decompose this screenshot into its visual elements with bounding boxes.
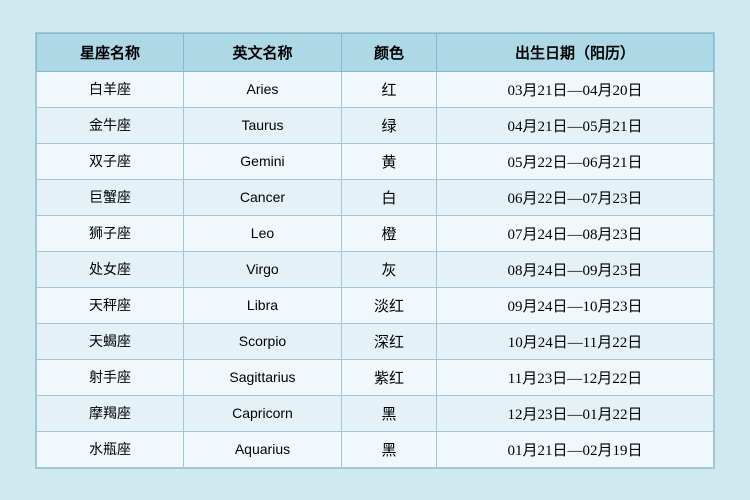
table-row: 白羊座Aries红03月21日—04月20日 — [37, 71, 714, 107]
table-row: 天秤座Libra淡红09月24日—10月23日 — [37, 287, 714, 323]
zodiac-table-container: 星座名称 英文名称 颜色 出生日期（阳历） 白羊座Aries红03月21日—04… — [35, 32, 715, 469]
cell-english-name: Capricorn — [184, 395, 342, 431]
header-dates: 出生日期（阳历） — [437, 33, 714, 71]
cell-dates: 12月23日—01月22日 — [437, 395, 714, 431]
cell-color: 黑 — [341, 431, 436, 467]
cell-dates: 11月23日—12月22日 — [437, 359, 714, 395]
cell-dates: 07月24日—08月23日 — [437, 215, 714, 251]
cell-chinese-name: 摩羯座 — [37, 395, 184, 431]
cell-color: 黑 — [341, 395, 436, 431]
cell-english-name: Scorpio — [184, 323, 342, 359]
table-row: 巨蟹座Cancer白06月22日—07月23日 — [37, 179, 714, 215]
cell-color: 深红 — [341, 323, 436, 359]
table-row: 天蝎座Scorpio深红10月24日—11月22日 — [37, 323, 714, 359]
cell-english-name: Libra — [184, 287, 342, 323]
cell-english-name: Gemini — [184, 143, 342, 179]
table-row: 双子座Gemini黄05月22日—06月21日 — [37, 143, 714, 179]
table-row: 狮子座Leo橙07月24日—08月23日 — [37, 215, 714, 251]
table-row: 金牛座Taurus绿04月21日—05月21日 — [37, 107, 714, 143]
cell-chinese-name: 狮子座 — [37, 215, 184, 251]
cell-english-name: Taurus — [184, 107, 342, 143]
cell-english-name: Virgo — [184, 251, 342, 287]
cell-english-name: Aquarius — [184, 431, 342, 467]
cell-chinese-name: 双子座 — [37, 143, 184, 179]
cell-english-name: Aries — [184, 71, 342, 107]
cell-dates: 09月24日—10月23日 — [437, 287, 714, 323]
cell-english-name: Sagittarius — [184, 359, 342, 395]
cell-dates: 03月21日—04月20日 — [437, 71, 714, 107]
cell-color: 橙 — [341, 215, 436, 251]
cell-chinese-name: 天蝎座 — [37, 323, 184, 359]
cell-color: 绿 — [341, 107, 436, 143]
cell-chinese-name: 金牛座 — [37, 107, 184, 143]
cell-chinese-name: 天秤座 — [37, 287, 184, 323]
cell-dates: 01月21日—02月19日 — [437, 431, 714, 467]
cell-color: 淡红 — [341, 287, 436, 323]
cell-color: 黄 — [341, 143, 436, 179]
cell-dates: 05月22日—06月21日 — [437, 143, 714, 179]
table-row: 摩羯座Capricorn黑12月23日—01月22日 — [37, 395, 714, 431]
cell-chinese-name: 白羊座 — [37, 71, 184, 107]
cell-dates: 08月24日—09月23日 — [437, 251, 714, 287]
header-color: 颜色 — [341, 33, 436, 71]
header-english-name: 英文名称 — [184, 33, 342, 71]
cell-dates: 06月22日—07月23日 — [437, 179, 714, 215]
cell-chinese-name: 巨蟹座 — [37, 179, 184, 215]
cell-color: 紫红 — [341, 359, 436, 395]
cell-chinese-name: 射手座 — [37, 359, 184, 395]
zodiac-table: 星座名称 英文名称 颜色 出生日期（阳历） 白羊座Aries红03月21日—04… — [36, 33, 714, 468]
cell-chinese-name: 处女座 — [37, 251, 184, 287]
cell-color: 灰 — [341, 251, 436, 287]
cell-chinese-name: 水瓶座 — [37, 431, 184, 467]
header-chinese-name: 星座名称 — [37, 33, 184, 71]
cell-english-name: Cancer — [184, 179, 342, 215]
table-header-row: 星座名称 英文名称 颜色 出生日期（阳历） — [37, 33, 714, 71]
table-row: 水瓶座Aquarius黑01月21日—02月19日 — [37, 431, 714, 467]
cell-dates: 04月21日—05月21日 — [437, 107, 714, 143]
cell-color: 白 — [341, 179, 436, 215]
cell-english-name: Leo — [184, 215, 342, 251]
cell-dates: 10月24日—11月22日 — [437, 323, 714, 359]
cell-color: 红 — [341, 71, 436, 107]
table-row: 处女座Virgo灰08月24日—09月23日 — [37, 251, 714, 287]
table-row: 射手座Sagittarius紫红11月23日—12月22日 — [37, 359, 714, 395]
